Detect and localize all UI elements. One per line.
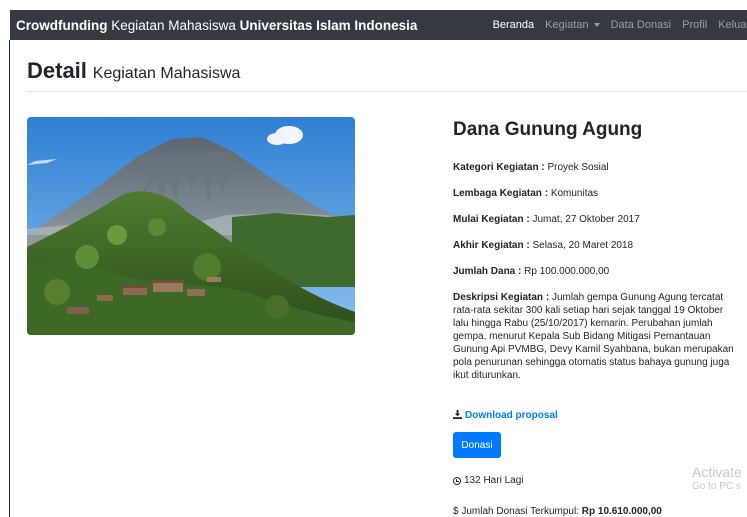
page-title: Detail Kegiatan Mahasiswa — [27, 58, 240, 84]
watermark-line-1: Activate — [692, 464, 742, 480]
download-proposal-link[interactable]: Download proposal — [453, 410, 558, 421]
navbar-brand[interactable]: Crowdfunding Kegiatan Mahasiswa Universi… — [16, 18, 417, 33]
lembaga-value: Komunitas — [550, 188, 599, 199]
deskripsi-value: Jumlah gempa Gunung Agung tercatat rata-… — [453, 292, 734, 381]
lembaga-row: Lembaga Kegiatan : Komunitas — [453, 188, 598, 199]
donation-total-value: Rp 10.610.000,00 — [581, 506, 662, 517]
title-divider — [27, 91, 747, 92]
nav-profil[interactable]: Profil — [682, 19, 707, 31]
jumlah-dana-label: Jumlah Dana : — [453, 266, 522, 277]
navbar: Crowdfunding Kegiatan Mahasiswa Universi… — [10, 10, 747, 40]
akhir-row: Akhir Kegiatan : Selasa, 20 Maret 2018 — [453, 240, 633, 251]
activity-detail: Dana Gunung Agung Kategori Kegiatan : Pr… — [453, 118, 747, 517]
windows-activation-watermark: Activate Go to PC s — [692, 464, 742, 492]
donation-total: $ Jumlah Donasi Terkumpul: Rp 10.610.000… — [453, 506, 662, 517]
page-title-bold: Detail — [27, 58, 87, 83]
mulai-value: Jumat, 27 Oktober 2017 — [532, 214, 640, 225]
download-proposal-label: Download proposal — [465, 410, 558, 421]
remaining-days-label: 132 Hari Lagi — [464, 475, 524, 486]
clock-icon — [453, 477, 461, 485]
mulai-row: Mulai Kegiatan : Jumat, 27 Oktober 2017 — [453, 214, 640, 225]
brand-bold-1: Crowdfunding — [16, 17, 108, 33]
deskripsi-label: Deskripsi Kegiatan : — [453, 292, 550, 303]
nav-keluar[interactable]: Keluar — [718, 19, 747, 31]
page-title-rest: Kegiatan Mahasiswa — [92, 65, 241, 82]
akhir-value: Selasa, 20 Maret 2018 — [532, 240, 634, 251]
activity-title: Dana Gunung Agung — [453, 119, 643, 140]
brand-middle: Kegiatan Mahasiswa — [111, 17, 236, 33]
akhir-label: Akhir Kegiatan : — [453, 240, 530, 251]
jumlah-dana-row: Jumlah Dana : Rp 100.000.000,00 — [453, 266, 609, 277]
nav-data-donasi[interactable]: Data Donasi — [611, 19, 672, 31]
remaining-days: 132 Hari Lagi — [453, 475, 523, 486]
nav-kegiatan-dropdown[interactable]: Kegiatan — [545, 19, 600, 31]
activity-photo — [27, 117, 355, 335]
kategori-row: Kategori Kegiatan : Proyek Sosial — [453, 162, 609, 173]
mulai-label: Mulai Kegiatan : — [453, 214, 530, 225]
donasi-button[interactable]: Donasi — [453, 432, 501, 458]
navbar-menu: Beranda Kegiatan Data Donasi Profil Kelu… — [482, 10, 747, 40]
download-icon — [453, 410, 462, 419]
nav-beranda[interactable]: Beranda — [493, 19, 535, 31]
brand-bold-2: Universitas Islam Indonesia — [239, 17, 418, 33]
page-frame: Crowdfunding Kegiatan Mahasiswa Universi… — [10, 0, 747, 517]
watermark-line-2: Go to PC s — [692, 481, 741, 492]
donation-total-label: $ Jumlah Donasi Terkumpul: — [453, 506, 579, 517]
nav-kegiatan-label: Kegiatan — [545, 19, 589, 31]
jumlah-dana-value: Rp 100.000.000,00 — [524, 266, 610, 277]
lembaga-label: Lembaga Kegiatan : — [453, 188, 549, 199]
kategori-value: Proyek Sosial — [547, 162, 609, 173]
deskripsi-block: Deskripsi Kegiatan : Jumlah gempa Gunung… — [453, 291, 741, 382]
caret-down-icon — [593, 23, 600, 28]
kategori-label: Kategori Kegiatan : — [453, 162, 545, 173]
